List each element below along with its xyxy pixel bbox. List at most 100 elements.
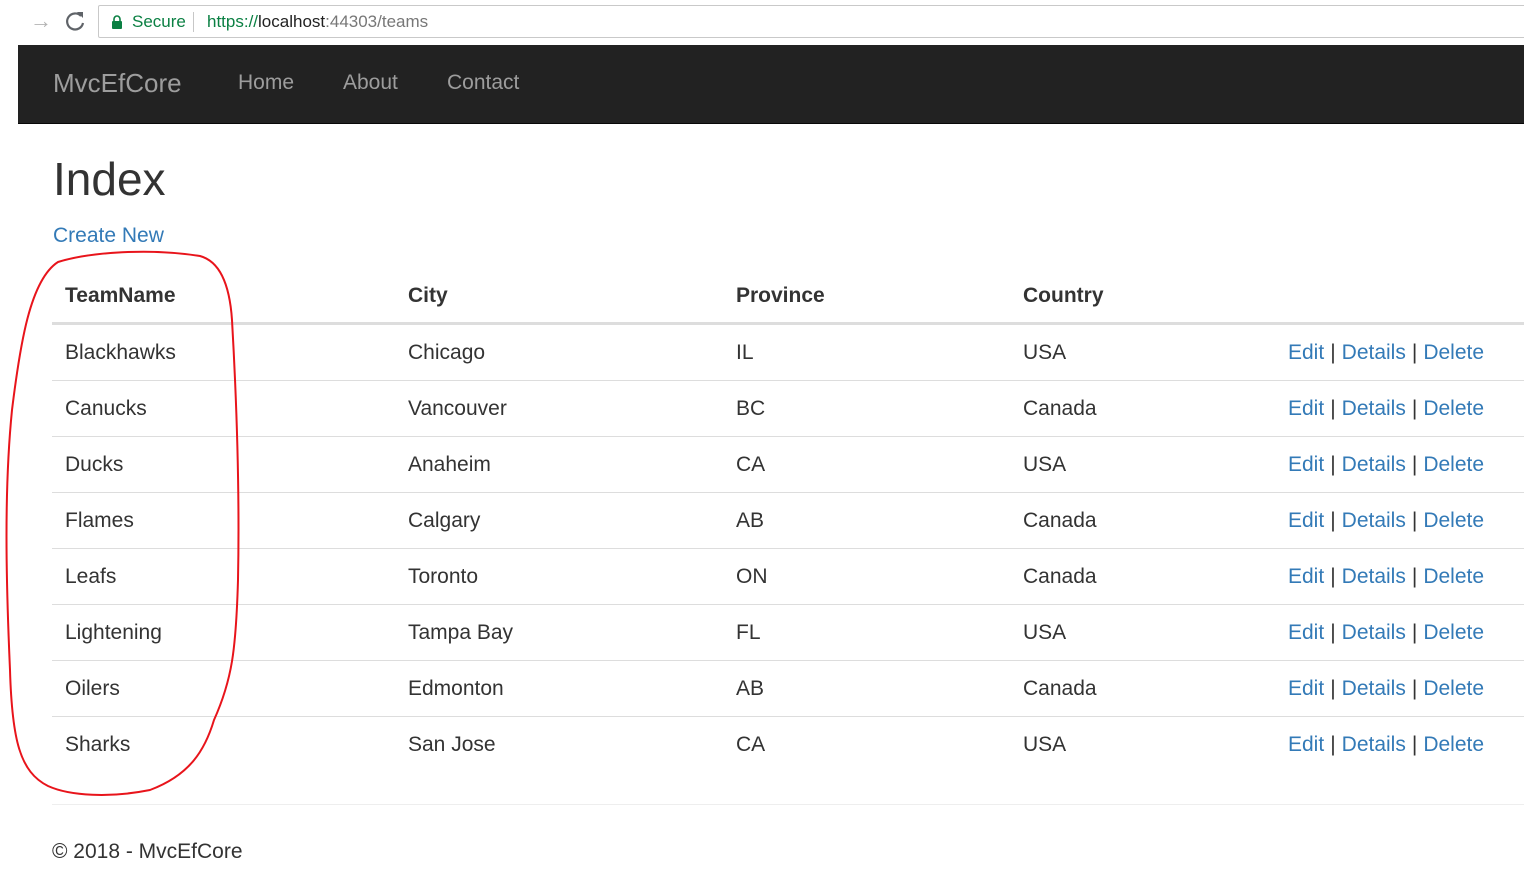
edit-link[interactable]: Edit <box>1288 509 1324 532</box>
page-title: Index <box>53 153 166 205</box>
edit-link[interactable]: Edit <box>1288 621 1324 644</box>
cell-city: San Jose <box>408 733 496 756</box>
cell-country: USA <box>1023 341 1067 364</box>
delete-link[interactable]: Delete <box>1423 453 1484 476</box>
table-row: Flames Calgary AB Canada Edit | Details | Delete <box>52 492 1524 548</box>
brand-link[interactable]: MvcEfCore <box>53 68 182 98</box>
url-host: localhost <box>258 12 326 31</box>
annotation-outline <box>5 250 240 796</box>
delete-link[interactable]: Delete <box>1423 621 1484 644</box>
action-separator: | <box>1330 621 1336 644</box>
cell-country: Canada <box>1023 509 1097 532</box>
cell-city: Calgary <box>408 509 481 532</box>
row-actions: Edit | Details | Delete <box>1288 509 1484 533</box>
cell-city: Anaheim <box>408 453 491 476</box>
row-actions: Edit | Details | Delete <box>1288 621 1484 645</box>
cell-city: Chicago <box>408 341 486 364</box>
details-link[interactable]: Details <box>1342 397 1406 420</box>
url-path: :44303/teams <box>325 12 429 31</box>
details-link[interactable]: Details <box>1342 509 1406 532</box>
table-row: Leafs Toronto ON Canada Edit | Details | Delete <box>52 548 1524 604</box>
cell-province: FL <box>736 621 761 644</box>
row-actions: Edit | Details | Delete <box>1288 565 1484 589</box>
delete-link[interactable]: Delete <box>1423 733 1484 756</box>
cell-province: CA <box>736 733 766 756</box>
delete-link[interactable]: Delete <box>1423 677 1484 700</box>
action-separator: | <box>1330 453 1336 476</box>
cell-province: IL <box>736 341 754 364</box>
details-link[interactable]: Details <box>1342 733 1406 756</box>
cell-country: USA <box>1023 621 1067 644</box>
action-separator: | <box>1411 677 1418 700</box>
action-separator: | <box>1411 621 1418 644</box>
cell-country: Canada <box>1023 565 1097 588</box>
table-header-row: TeamName City Province Country <box>52 266 1524 324</box>
details-link[interactable]: Details <box>1342 565 1406 588</box>
action-separator: | <box>1411 509 1418 532</box>
header-province: Province <box>736 284 825 307</box>
reload-icon[interactable] <box>62 8 88 34</box>
forward-icon[interactable]: → <box>30 9 52 33</box>
action-separator: | <box>1411 453 1418 476</box>
delete-link[interactable]: Delete <box>1423 565 1484 588</box>
action-separator: | <box>1411 341 1418 364</box>
cell-city: Toronto <box>408 565 479 588</box>
address-bar[interactable]: Secure https://localhost:44303/teams <box>98 5 1524 38</box>
cell-province: CA <box>736 453 766 476</box>
url-scheme: https:// <box>207 12 259 31</box>
row-actions: Edit | Details | Delete <box>1288 677 1484 701</box>
cell-city: Edmonton <box>408 677 504 700</box>
details-link[interactable]: Details <box>1342 453 1406 476</box>
nav-home[interactable]: Home <box>238 71 294 95</box>
footer-copyright: © 2018 - MvcEfCore <box>52 840 243 863</box>
edit-link[interactable]: Edit <box>1288 733 1324 756</box>
teams-table: TeamName City Province Country Blackhawk… <box>52 266 1524 772</box>
edit-link[interactable]: Edit <box>1288 677 1324 700</box>
table-row: Lightening Tampa Bay FL USA Edit | Details | Del… <box>52 604 1524 660</box>
action-separator: | <box>1330 397 1336 420</box>
lock-icon <box>112 15 122 29</box>
url-text[interactable]: https://localhost:44303/teams <box>207 12 428 32</box>
action-separator: | <box>1330 733 1336 756</box>
browser-toolbar: → Secure https://localhost:44303/teams <box>0 0 1524 44</box>
cell-city: Vancouver <box>408 397 507 420</box>
table-row: Sharks San Jose CA USA Edit | Details | Delete <box>52 716 1524 772</box>
nav-contact[interactable]: Contact <box>447 71 519 95</box>
edit-link[interactable]: Edit <box>1288 397 1324 420</box>
cell-country: Canada <box>1023 677 1097 700</box>
header-country: Country <box>1023 284 1104 307</box>
action-separator: | <box>1330 341 1336 364</box>
cell-province: BC <box>736 397 766 420</box>
delete-link[interactable]: Delete <box>1423 397 1484 420</box>
nav-about[interactable]: About <box>343 71 398 95</box>
details-link[interactable]: Details <box>1342 621 1406 644</box>
secure-label: Secure <box>132 12 186 31</box>
delete-link[interactable]: Delete <box>1423 509 1484 532</box>
address-divider <box>193 12 194 32</box>
delete-link[interactable]: Delete <box>1423 341 1484 364</box>
table-row: Canucks Vancouver BC Canada Edit | Details | Del… <box>52 380 1524 436</box>
row-actions: Edit | Details | Delete <box>1288 341 1484 365</box>
action-separator: | <box>1330 565 1336 588</box>
details-link[interactable]: Details <box>1342 341 1406 364</box>
action-separator: | <box>1411 397 1418 420</box>
create-new-link[interactable]: Create New <box>53 224 164 248</box>
cell-province: ON <box>736 565 768 588</box>
table-row: Blackhawks Chicago IL USA Edit | Details | Delet… <box>52 324 1524 380</box>
cell-province: AB <box>736 509 765 532</box>
edit-link[interactable]: Edit <box>1288 341 1324 364</box>
cell-province: AB <box>736 677 765 700</box>
edit-link[interactable]: Edit <box>1288 565 1324 588</box>
action-separator: | <box>1330 677 1336 700</box>
cell-country: USA <box>1023 733 1067 756</box>
row-actions: Edit | Details | Delete <box>1288 397 1484 421</box>
cell-country: USA <box>1023 453 1067 476</box>
edit-link[interactable]: Edit <box>1288 453 1324 476</box>
details-link[interactable]: Details <box>1342 677 1406 700</box>
action-separator: | <box>1411 565 1418 588</box>
cell-city: Tampa Bay <box>408 621 514 644</box>
header-city: City <box>408 284 448 307</box>
row-actions: Edit | Details | Delete <box>1288 733 1484 757</box>
action-separator: | <box>1330 509 1336 532</box>
table-row: Ducks Anaheim CA USA Edit | Details | Delete <box>52 436 1524 492</box>
